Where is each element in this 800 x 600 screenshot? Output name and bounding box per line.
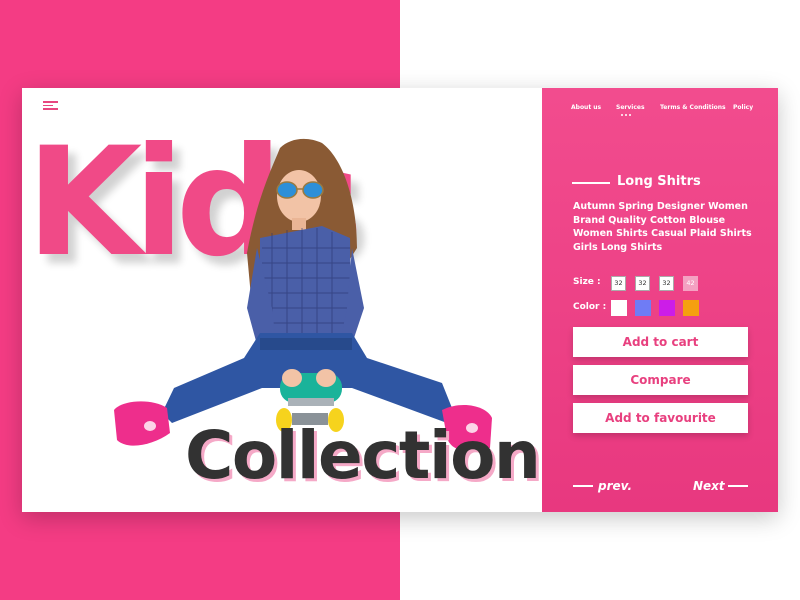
product-title-row: Long Shitrs [572, 174, 772, 194]
product-details-panel: About us Services Terms & Conditions Pol… [542, 88, 778, 512]
product-description: Autumn Spring Designer Women Brand Quali… [573, 201, 752, 253]
color-label: Color : [573, 302, 607, 312]
size-option-3[interactable]: 32 [659, 276, 674, 291]
hero-title-collection: Collection [185, 417, 541, 494]
prev-button[interactable]: prev. [598, 479, 632, 493]
color-swatch-white[interactable] [611, 300, 627, 316]
add-to-cart-button[interactable]: Add to cart [573, 327, 748, 357]
prev-decorative-line [573, 485, 593, 487]
nav-about-us[interactable]: About us [571, 104, 601, 111]
color-swatch-orange[interactable] [683, 300, 699, 316]
compare-button[interactable]: Compare [573, 365, 748, 395]
size-label: Size : [573, 277, 601, 287]
top-navigation: About us Services Terms & Conditions Pol… [542, 104, 778, 118]
next-button[interactable]: Next [693, 479, 725, 493]
active-nav-indicator [621, 114, 635, 117]
next-decorative-line [728, 485, 748, 487]
size-option-1[interactable]: 32 [611, 276, 626, 291]
color-swatch-purple[interactable] [659, 300, 675, 316]
color-swatch-blue[interactable] [635, 300, 651, 316]
size-option-2[interactable]: 32 [635, 276, 650, 291]
product-card: Kids Collection About us Services Terms … [22, 88, 778, 512]
nav-policy[interactable]: Policy [733, 104, 753, 111]
nav-services[interactable]: Services [616, 104, 645, 111]
nav-terms-conditions[interactable]: Terms & Conditions [660, 104, 726, 111]
add-to-favourite-button[interactable]: Add to favourite [573, 403, 748, 433]
title-decorative-line [572, 182, 610, 184]
size-option-4-unavailable[interactable]: 42 [683, 276, 698, 291]
product-title: Long Shitrs [617, 174, 701, 189]
